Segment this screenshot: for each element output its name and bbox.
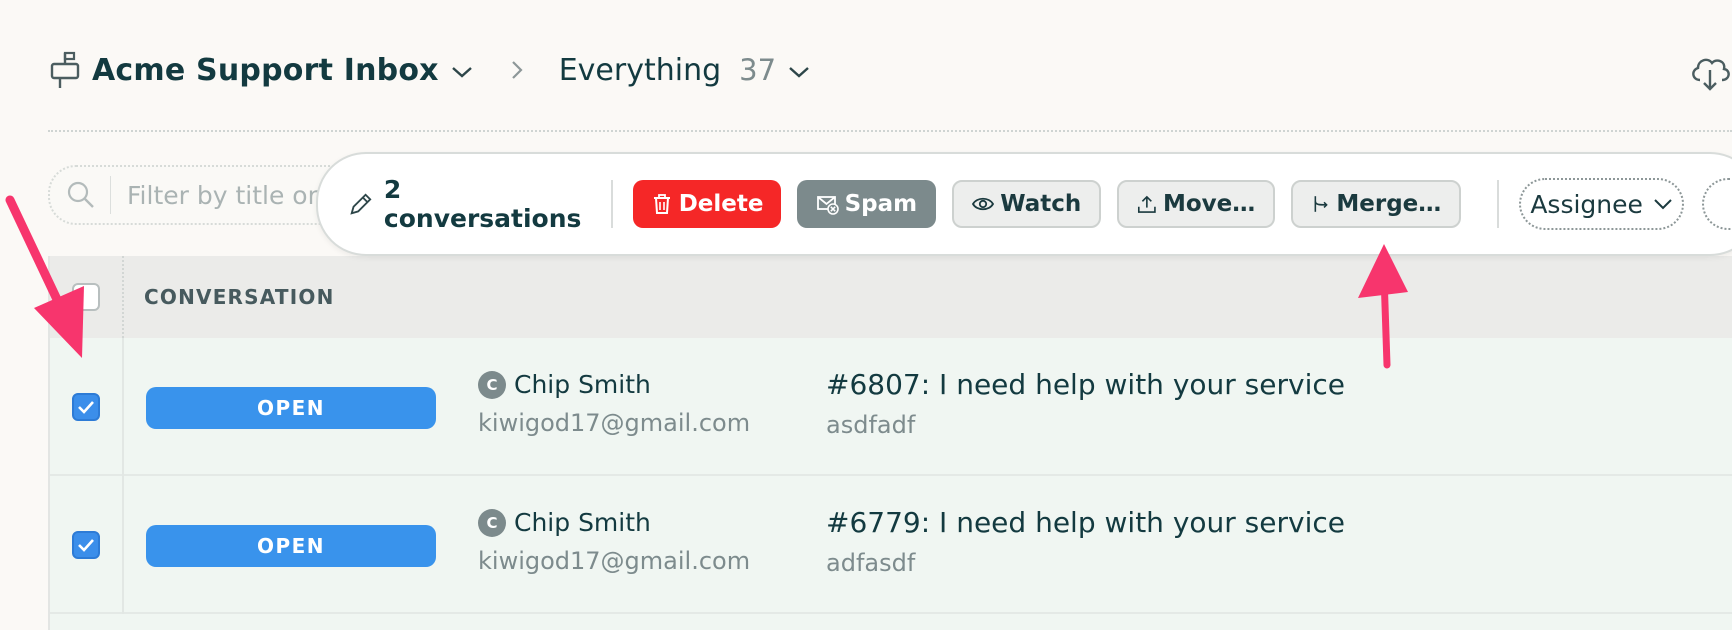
page-header: Acme Support Inbox Everything 37 [48,40,1732,100]
contact-email: kiwigod17@gmail.com [478,547,751,575]
spam-button[interactable]: Spam [797,180,937,228]
delete-button[interactable]: Delete [632,180,782,228]
watch-button[interactable]: Watch [952,180,1102,228]
more-filter-pill[interactable] [1702,178,1732,230]
filter-separator [110,176,111,214]
table-row[interactable]: OPEN C Chip Smith kiwigod17@gmail.com #6… [50,338,1732,476]
move-label: Move… [1162,191,1256,217]
merge-button[interactable]: Merge… [1291,180,1462,228]
subject-cell: #6779: I need help with your service adf… [826,506,1345,577]
bulk-action-toolbar: 2 conversations Delete Spam Watch Move… … [316,152,1732,256]
conversation-preview: asdfadf [826,411,916,439]
selection-count: 2 conversations [383,175,582,233]
select-all-cell [50,256,124,338]
row-checkbox[interactable] [72,393,100,421]
table-row[interactable]: OPEN C Chip Smith kiwigod17@gmail.com #6… [50,476,1732,614]
row-checkbox-cell [50,476,124,614]
toolbar-separator [610,180,613,228]
status-badge[interactable]: OPEN [146,525,436,567]
conversation-subject[interactable]: #6779: I need help with your service [826,506,1345,539]
table-row[interactable] [50,614,1732,630]
subject-cell: #6807: I need help with your service asd… [826,368,1345,439]
contact-name[interactable]: Chip Smith [514,370,651,399]
status-badge[interactable]: OPEN [146,387,436,429]
mailbox-icon [50,51,80,88]
move-button[interactable]: Move… [1117,180,1276,228]
row-checkbox[interactable] [72,531,100,559]
chevron-down-icon[interactable] [451,65,473,79]
checkmark-icon [78,539,94,552]
view-name[interactable]: Everything [559,53,721,88]
upload-icon [1138,195,1156,213]
chevron-right-icon [511,61,523,79]
assignee-dropdown[interactable]: Assignee [1519,178,1685,230]
merge-icon [1314,196,1328,212]
row-checkbox-cell [50,338,124,476]
spam-mail-icon [816,196,839,215]
contact-cell: C Chip Smith kiwigod17@gmail.com [478,370,750,437]
contact-name[interactable]: Chip Smith [514,508,651,537]
search-icon [67,181,94,208]
header-divider [48,130,1732,132]
avatar: C [478,370,506,399]
avatar: C [478,508,506,537]
checkmark-icon [78,401,94,414]
delete-label: Delete [678,191,764,217]
conversation-table: CONVERSATION OPEN C Chip Smith kiwigod17… [48,256,1732,630]
merge-label: Merge… [1336,191,1442,217]
watch-label: Watch [1000,191,1082,217]
contact-cell: C Chip Smith kiwigod17@gmail.com [478,508,750,575]
inbox-page: Acme Support Inbox Everything 37 Filter … [0,0,1732,630]
column-header-conversation[interactable]: CONVERSATION [144,285,335,309]
view-count: 37 [739,53,777,87]
eye-icon [972,197,995,211]
select-all-checkbox[interactable] [72,283,100,311]
pencil-icon [350,193,372,215]
chevron-down-icon [1654,199,1672,210]
trash-icon [653,194,670,214]
assignee-label: Assignee [1530,189,1643,219]
cloud-download-icon[interactable] [1688,52,1732,92]
toolbar-separator [1497,180,1500,228]
table-header: CONVERSATION [50,256,1732,338]
inbox-name[interactable]: Acme Support Inbox [92,53,439,88]
conversation-preview: adfasdf [826,549,916,577]
chevron-down-icon[interactable] [788,65,810,79]
conversation-subject[interactable]: #6807: I need help with your service [826,368,1345,401]
contact-email: kiwigod17@gmail.com [478,409,751,437]
spam-label: Spam [844,191,918,217]
